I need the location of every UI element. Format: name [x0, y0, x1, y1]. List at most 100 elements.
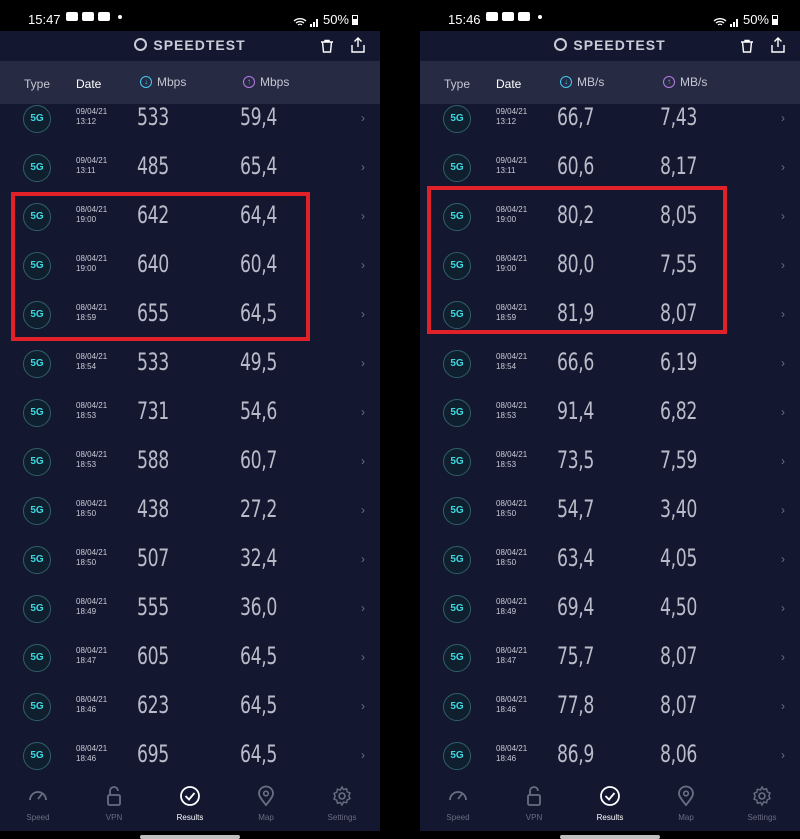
- result-row[interactable]: 5G 08/04/21 18:47 605 64,5 ›: [0, 634, 380, 683]
- result-row[interactable]: 5G 08/04/21 18:49 555 36,0 ›: [0, 585, 380, 634]
- upload-value: 4,05: [660, 544, 698, 572]
- tab-label: Map: [678, 813, 694, 822]
- gallery-icon: [66, 12, 78, 21]
- chevron-right-icon: ›: [361, 356, 365, 370]
- result-row[interactable]: 5G 09/04/21 13:12 533 59,4 ›: [0, 104, 380, 144]
- home-indicator-pill[interactable]: [560, 835, 660, 839]
- chevron-right-icon: ›: [361, 160, 365, 174]
- chevron-right-icon: ›: [361, 699, 365, 713]
- tab-results[interactable]: Results: [572, 775, 648, 831]
- tab-label: Results: [176, 813, 204, 822]
- header-download[interactable]: ↓ MB/s: [560, 75, 604, 89]
- upload-value: 64,5: [240, 691, 278, 719]
- tab-label: VPN: [105, 813, 123, 822]
- result-date-day: 09/04/21: [76, 156, 108, 165]
- result-date: 08/04/21 18:54: [76, 352, 107, 372]
- header-download[interactable]: ↓ Mbps: [140, 75, 186, 89]
- result-row[interactable]: 5G 08/04/21 18:46 77,8 8,07 ›: [420, 683, 800, 732]
- result-date-time: 18:47: [76, 656, 97, 665]
- result-date-time: 18:49: [496, 607, 517, 616]
- result-date-time: 18:53: [496, 460, 517, 469]
- download-value: 91,4: [557, 397, 595, 425]
- tab-map[interactable]: Map: [228, 775, 304, 831]
- tab-vpn[interactable]: VPN: [76, 775, 152, 831]
- download-value: 66,6: [557, 348, 595, 376]
- result-row[interactable]: 5G 08/04/21 18:54 66,6 6,19 ›: [420, 340, 800, 389]
- tab-settings[interactable]: Settings: [724, 775, 800, 831]
- tab-speed[interactable]: Speed: [420, 775, 496, 831]
- result-row[interactable]: 5G 08/04/21 18:50 63,4 4,05 ›: [420, 536, 800, 585]
- result-row[interactable]: 5G 08/04/21 18:46 86,9 8,06 ›: [420, 732, 800, 775]
- trash-icon[interactable]: [740, 39, 754, 53]
- home-indicator: [420, 831, 800, 839]
- result-row[interactable]: 5G 08/04/21 18:54 533 49,5 ›: [0, 340, 380, 389]
- upload-value: 8,07: [660, 642, 698, 670]
- network-type-badge: 5G: [23, 693, 51, 721]
- result-date-time: 18:53: [76, 460, 97, 469]
- download-value: 588: [137, 446, 169, 474]
- share-icon[interactable]: [350, 37, 366, 53]
- chevron-right-icon: ›: [781, 111, 785, 125]
- header-date[interactable]: Date: [76, 77, 101, 91]
- status-time: 15:47: [28, 12, 61, 27]
- header-upload[interactable]: ↑ Mbps: [243, 75, 289, 89]
- result-row[interactable]: 5G 08/04/21 18:53 73,5 7,59 ›: [420, 438, 800, 487]
- tab-label: VPN: [525, 813, 543, 822]
- youtube-icon: [98, 12, 110, 21]
- tab-label: Map: [258, 813, 274, 822]
- home-indicator-pill[interactable]: [140, 835, 240, 839]
- result-date: 08/04/21 18:53: [76, 401, 107, 421]
- result-row[interactable]: 5G 08/04/21 18:50 438 27,2 ›: [0, 487, 380, 536]
- result-date: 08/04/21 18:46: [76, 695, 107, 715]
- status-right: 50%: [293, 12, 358, 27]
- settings-icon: [331, 785, 353, 807]
- result-date-day: 08/04/21: [76, 744, 108, 753]
- tab-vpn[interactable]: VPN: [496, 775, 572, 831]
- chevron-right-icon: ›: [361, 111, 365, 125]
- network-type-badge: 5G: [443, 693, 471, 721]
- header-type[interactable]: Type: [444, 77, 470, 91]
- notification-dot-icon: [118, 14, 122, 19]
- result-row[interactable]: 5G 08/04/21 18:49 69,4 4,50 ›: [420, 585, 800, 634]
- download-value: 69,4: [557, 593, 595, 621]
- share-icon[interactable]: [770, 37, 786, 53]
- result-date-day: 08/04/21: [76, 646, 108, 655]
- result-row[interactable]: 5G 08/04/21 18:53 731 54,6 ›: [0, 389, 380, 438]
- result-date-time: 18:46: [76, 754, 97, 763]
- download-value: 485: [137, 152, 169, 180]
- header-date[interactable]: Date: [496, 77, 521, 91]
- chevron-right-icon: ›: [361, 601, 365, 615]
- result-date-time: 18:50: [76, 558, 97, 567]
- result-date-day: 08/04/21: [496, 597, 528, 606]
- tab-settings[interactable]: Settings: [304, 775, 380, 831]
- tab-map[interactable]: Map: [648, 775, 724, 831]
- download-value: 695: [137, 740, 169, 768]
- youtube-icon: [518, 12, 530, 21]
- result-date-time: 18:54: [496, 362, 517, 371]
- result-date-time: 18:46: [496, 754, 517, 763]
- upload-value: 6,19: [660, 348, 698, 376]
- trash-icon[interactable]: [320, 39, 334, 53]
- result-row[interactable]: 5G 08/04/21 18:46 695 64,5 ›: [0, 732, 380, 775]
- result-row[interactable]: 5G 08/04/21 18:53 91,4 6,82 ›: [420, 389, 800, 438]
- network-type-badge: 5G: [443, 546, 471, 574]
- result-date-day: 08/04/21: [76, 695, 108, 704]
- result-date-time: 13:11: [76, 166, 96, 175]
- result-row[interactable]: 5G 08/04/21 18:47 75,7 8,07 ›: [420, 634, 800, 683]
- tab-speed[interactable]: Speed: [0, 775, 76, 831]
- result-row[interactable]: 5G 08/04/21 18:46 623 64,5 ›: [0, 683, 380, 732]
- tab-results[interactable]: Results: [152, 775, 228, 831]
- network-type-badge: 5G: [443, 105, 471, 133]
- result-row[interactable]: 5G 09/04/21 13:11 485 65,4 ›: [0, 144, 380, 193]
- result-row[interactable]: 5G 08/04/21 18:50 54,7 3,40 ›: [420, 487, 800, 536]
- app-title-text: SPEEDTEST: [573, 37, 666, 53]
- result-row[interactable]: 5G 09/04/21 13:12 66,7 7,43 ›: [420, 104, 800, 144]
- result-row[interactable]: 5G 08/04/21 18:50 507 32,4 ›: [0, 536, 380, 585]
- header-upload[interactable]: ↑ MB/s: [663, 75, 707, 89]
- chevron-right-icon: ›: [361, 748, 365, 762]
- header-type[interactable]: Type: [24, 77, 50, 91]
- result-row[interactable]: 5G 08/04/21 18:53 588 60,7 ›: [0, 438, 380, 487]
- result-date-day: 08/04/21: [496, 352, 528, 361]
- network-type-badge: 5G: [23, 742, 51, 770]
- header-upload-unit: Mbps: [260, 75, 290, 89]
